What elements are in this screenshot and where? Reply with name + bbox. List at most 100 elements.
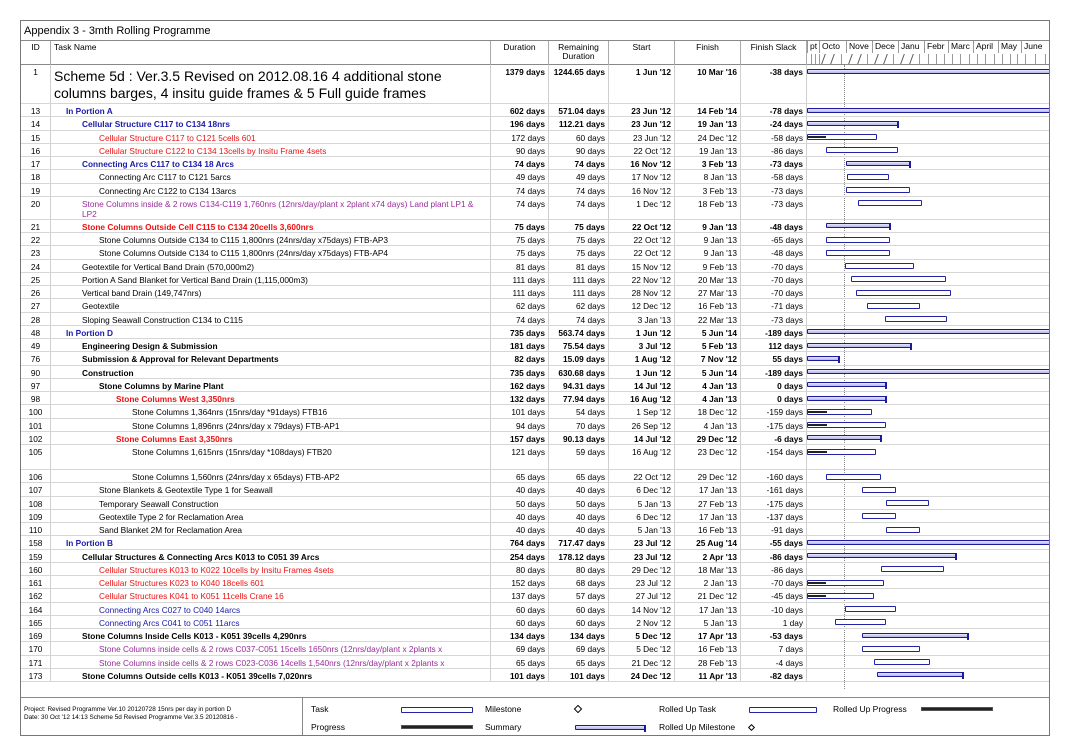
task-bar[interactable] [826, 249, 890, 256]
task-bar[interactable] [874, 659, 930, 665]
summary-bar[interactable] [807, 342, 913, 350]
summary-bar[interactable] [807, 355, 841, 363]
table-row[interactable]: 22 Stone Columns Outside C134 to C115 1,8… [21, 233, 1049, 247]
table-row[interactable]: 76 Submission & Approval for Relevant Dep… [21, 352, 1049, 366]
table-row[interactable]: 20 Stone Columns inside & 2 rows C134-C11… [21, 196, 1049, 220]
task-bar[interactable] [807, 579, 884, 586]
task-bar[interactable] [826, 236, 890, 243]
task-finish: 16 Feb '13 [675, 642, 741, 655]
task-bar[interactable] [858, 200, 922, 207]
table-row[interactable]: 164 Connecting Arcs C027 to C040 14arcs 60… [21, 602, 1049, 616]
task-bar[interactable] [855, 289, 952, 296]
table-row[interactable]: 171 Stone Columns inside cells & 2 rows C… [21, 655, 1049, 669]
task-bar[interactable] [884, 316, 948, 322]
table-row[interactable]: 105 Stone Columns 1,615nrs (15nrs/day *10… [21, 445, 1049, 470]
table-row[interactable]: 98 Stone Columns West 3,350nrs 132 days 77.… [21, 392, 1049, 406]
col-header-duration[interactable]: Duration [491, 41, 549, 65]
col-header-task-name[interactable]: Task Name [51, 41, 491, 65]
task-bar[interactable] [886, 500, 929, 506]
table-row[interactable]: 107 Stone Blankets & Geotextile Type 1 fo… [21, 483, 1049, 497]
task-bar[interactable] [807, 422, 886, 428]
table-row[interactable]: 49 Engineering Design & Submission 181 day… [21, 339, 1049, 353]
task-bar[interactable] [845, 263, 915, 269]
task-bar[interactable] [880, 566, 945, 573]
task-bar[interactable] [851, 276, 946, 283]
col-header-remaining-duration[interactable]: Remaining Duration [549, 41, 609, 65]
table-row[interactable]: 161 Cellular Structures K023 to K040 18ce… [21, 576, 1049, 590]
task-bar[interactable] [862, 486, 896, 493]
table-row[interactable]: 13 In Portion A 602 days 571.04 days 23 Jun … [21, 104, 1049, 118]
summary-bar[interactable] [807, 107, 1049, 113]
summary-bar[interactable] [846, 160, 911, 168]
task-bar[interactable] [844, 606, 896, 612]
summary-bar[interactable] [876, 672, 964, 680]
summary-bar[interactable] [861, 632, 969, 640]
table-row[interactable]: 108 Temporary Seawall Construction 50 days… [21, 496, 1049, 510]
task-bar[interactable] [886, 526, 920, 533]
table-row[interactable]: 23 Stone Columns Outside C134 to C115 1,8… [21, 246, 1049, 260]
col-header-start[interactable]: Start [609, 41, 675, 65]
task-name: Cellular Structures K041 to K051 11cells… [51, 589, 491, 602]
task-id: 158 [21, 536, 51, 549]
table-row[interactable]: 24 Geotextile for Vertical Band Drain (57… [21, 259, 1049, 273]
table-row[interactable]: 102 Stone Columns East 3,350nrs 157 days 90… [21, 431, 1049, 445]
table-header: ID Task Name Duration Remaining Duration… [21, 41, 1049, 65]
task-bar[interactable] [847, 173, 889, 180]
task-bar[interactable] [807, 134, 877, 140]
table-row[interactable]: 18 Connecting Arc C117 to C121 5arcs 49 da… [21, 170, 1049, 184]
task-bar[interactable] [867, 302, 920, 309]
table-row[interactable]: 109 Geotextile Type 2 for Reclamation Are… [21, 509, 1049, 523]
table-row[interactable]: 110 Sand Blanket 2M for Reclamation Area 4… [21, 523, 1049, 537]
task-bar[interactable] [807, 408, 872, 415]
task-bar[interactable] [807, 448, 876, 455]
task-bar[interactable] [826, 473, 881, 480]
summary-bar[interactable] [807, 329, 1049, 335]
table-row[interactable]: 100 Stone Columns 1,364nrs (15nrs/day *91… [21, 405, 1049, 419]
table-row[interactable]: 25 Portion A Sand Blanket for Vertical Ba… [21, 272, 1049, 286]
table-row[interactable]: 21 Stone Columns Outside Cell C115 to C13… [21, 219, 1049, 233]
summary-bar[interactable] [807, 539, 1049, 545]
summary-bar[interactable] [807, 435, 882, 443]
table-row[interactable]: 14 Cellular Structure C117 to C134 18nrs 1… [21, 117, 1049, 131]
table-row[interactable]: 162 Cellular Structures K041 to K051 11ce… [21, 589, 1049, 603]
table-row[interactable]: 17 Connecting Arcs C117 to C134 18 Arcs 74… [21, 157, 1049, 171]
table-row[interactable]: 106 Stone Columns 1,560nrs (24nrs/day x 6… [21, 470, 1049, 484]
task-bar[interactable] [846, 187, 910, 193]
summary-bar[interactable] [826, 223, 891, 231]
summary-bar[interactable] [807, 68, 1049, 74]
col-header-finish[interactable]: Finish [675, 41, 741, 65]
col-header-finish-slack[interactable]: Finish Slack [741, 41, 807, 65]
table-row[interactable]: 170 Stone Columns inside cells & 2 rows C… [21, 642, 1049, 656]
table-row[interactable]: 26 Vertical band Drain (149,747nrs) 111 da… [21, 286, 1049, 300]
task-bar[interactable] [807, 592, 875, 599]
table-row[interactable]: 97 Stone Columns by Marine Plant 162 days 9… [21, 378, 1049, 392]
table-row[interactable]: 27 Geotextile 62 days 62 days 12 Dec '12 16 F… [21, 299, 1049, 313]
table-row[interactable]: 1 Scheme 5d : Ver.3.5 Revised on 2012.08.… [21, 65, 1049, 104]
task-bar[interactable] [835, 619, 887, 626]
table-row[interactable]: 90 Construction 735 days 630.68 days 1 Jun '… [21, 365, 1049, 379]
task-finish-slack: -55 days [741, 536, 807, 549]
table-row[interactable]: 16 Cellular Structure C122 to C134 13cell… [21, 143, 1049, 157]
task-bar[interactable] [826, 147, 898, 154]
table-row[interactable]: 159 Cellular Structures & Connecting Arcs… [21, 549, 1049, 563]
summary-bar[interactable] [807, 553, 958, 560]
summary-bar[interactable] [807, 369, 1049, 374]
table-row[interactable]: 165 Connecting Arcs C041 to C051 11arcs 60… [21, 615, 1049, 629]
task-name: Cellular Structure C117 to C134 18nrs [51, 117, 491, 130]
summary-bar[interactable] [807, 120, 899, 128]
summary-bar[interactable] [807, 382, 887, 390]
summary-bar[interactable] [807, 395, 887, 403]
table-row[interactable]: 28 Sloping Seawall Construction C134 to C… [21, 312, 1049, 326]
table-row[interactable]: 48 In Portion D 735 days 563.74 days 1 Jun '… [21, 325, 1049, 339]
table-row[interactable]: 101 Stone Columns 1,896nrs (24nrs/day x 7… [21, 418, 1049, 432]
table-row[interactable]: 19 Connecting Arc C122 to C134 13arcs 74 d… [21, 183, 1049, 197]
task-bar[interactable] [861, 645, 920, 652]
table-row[interactable]: 169 Stone Columns Inside Cells K013 - K05… [21, 629, 1049, 643]
table-row[interactable]: 160 Cellular Structures K013 to K022 10ce… [21, 562, 1049, 576]
table-row[interactable]: 15 Cellular Structure C117 to C121 5cells… [21, 130, 1049, 144]
table-row[interactable]: 158 In Portion B 764 days 717.47 days 23 Jul… [21, 536, 1049, 550]
task-bar[interactable] [862, 513, 896, 520]
task-duration: 121 days [491, 445, 549, 469]
col-header-id[interactable]: ID [21, 41, 51, 65]
table-row[interactable]: 173 Stone Columns Outside cells K013 - K0… [21, 668, 1049, 682]
